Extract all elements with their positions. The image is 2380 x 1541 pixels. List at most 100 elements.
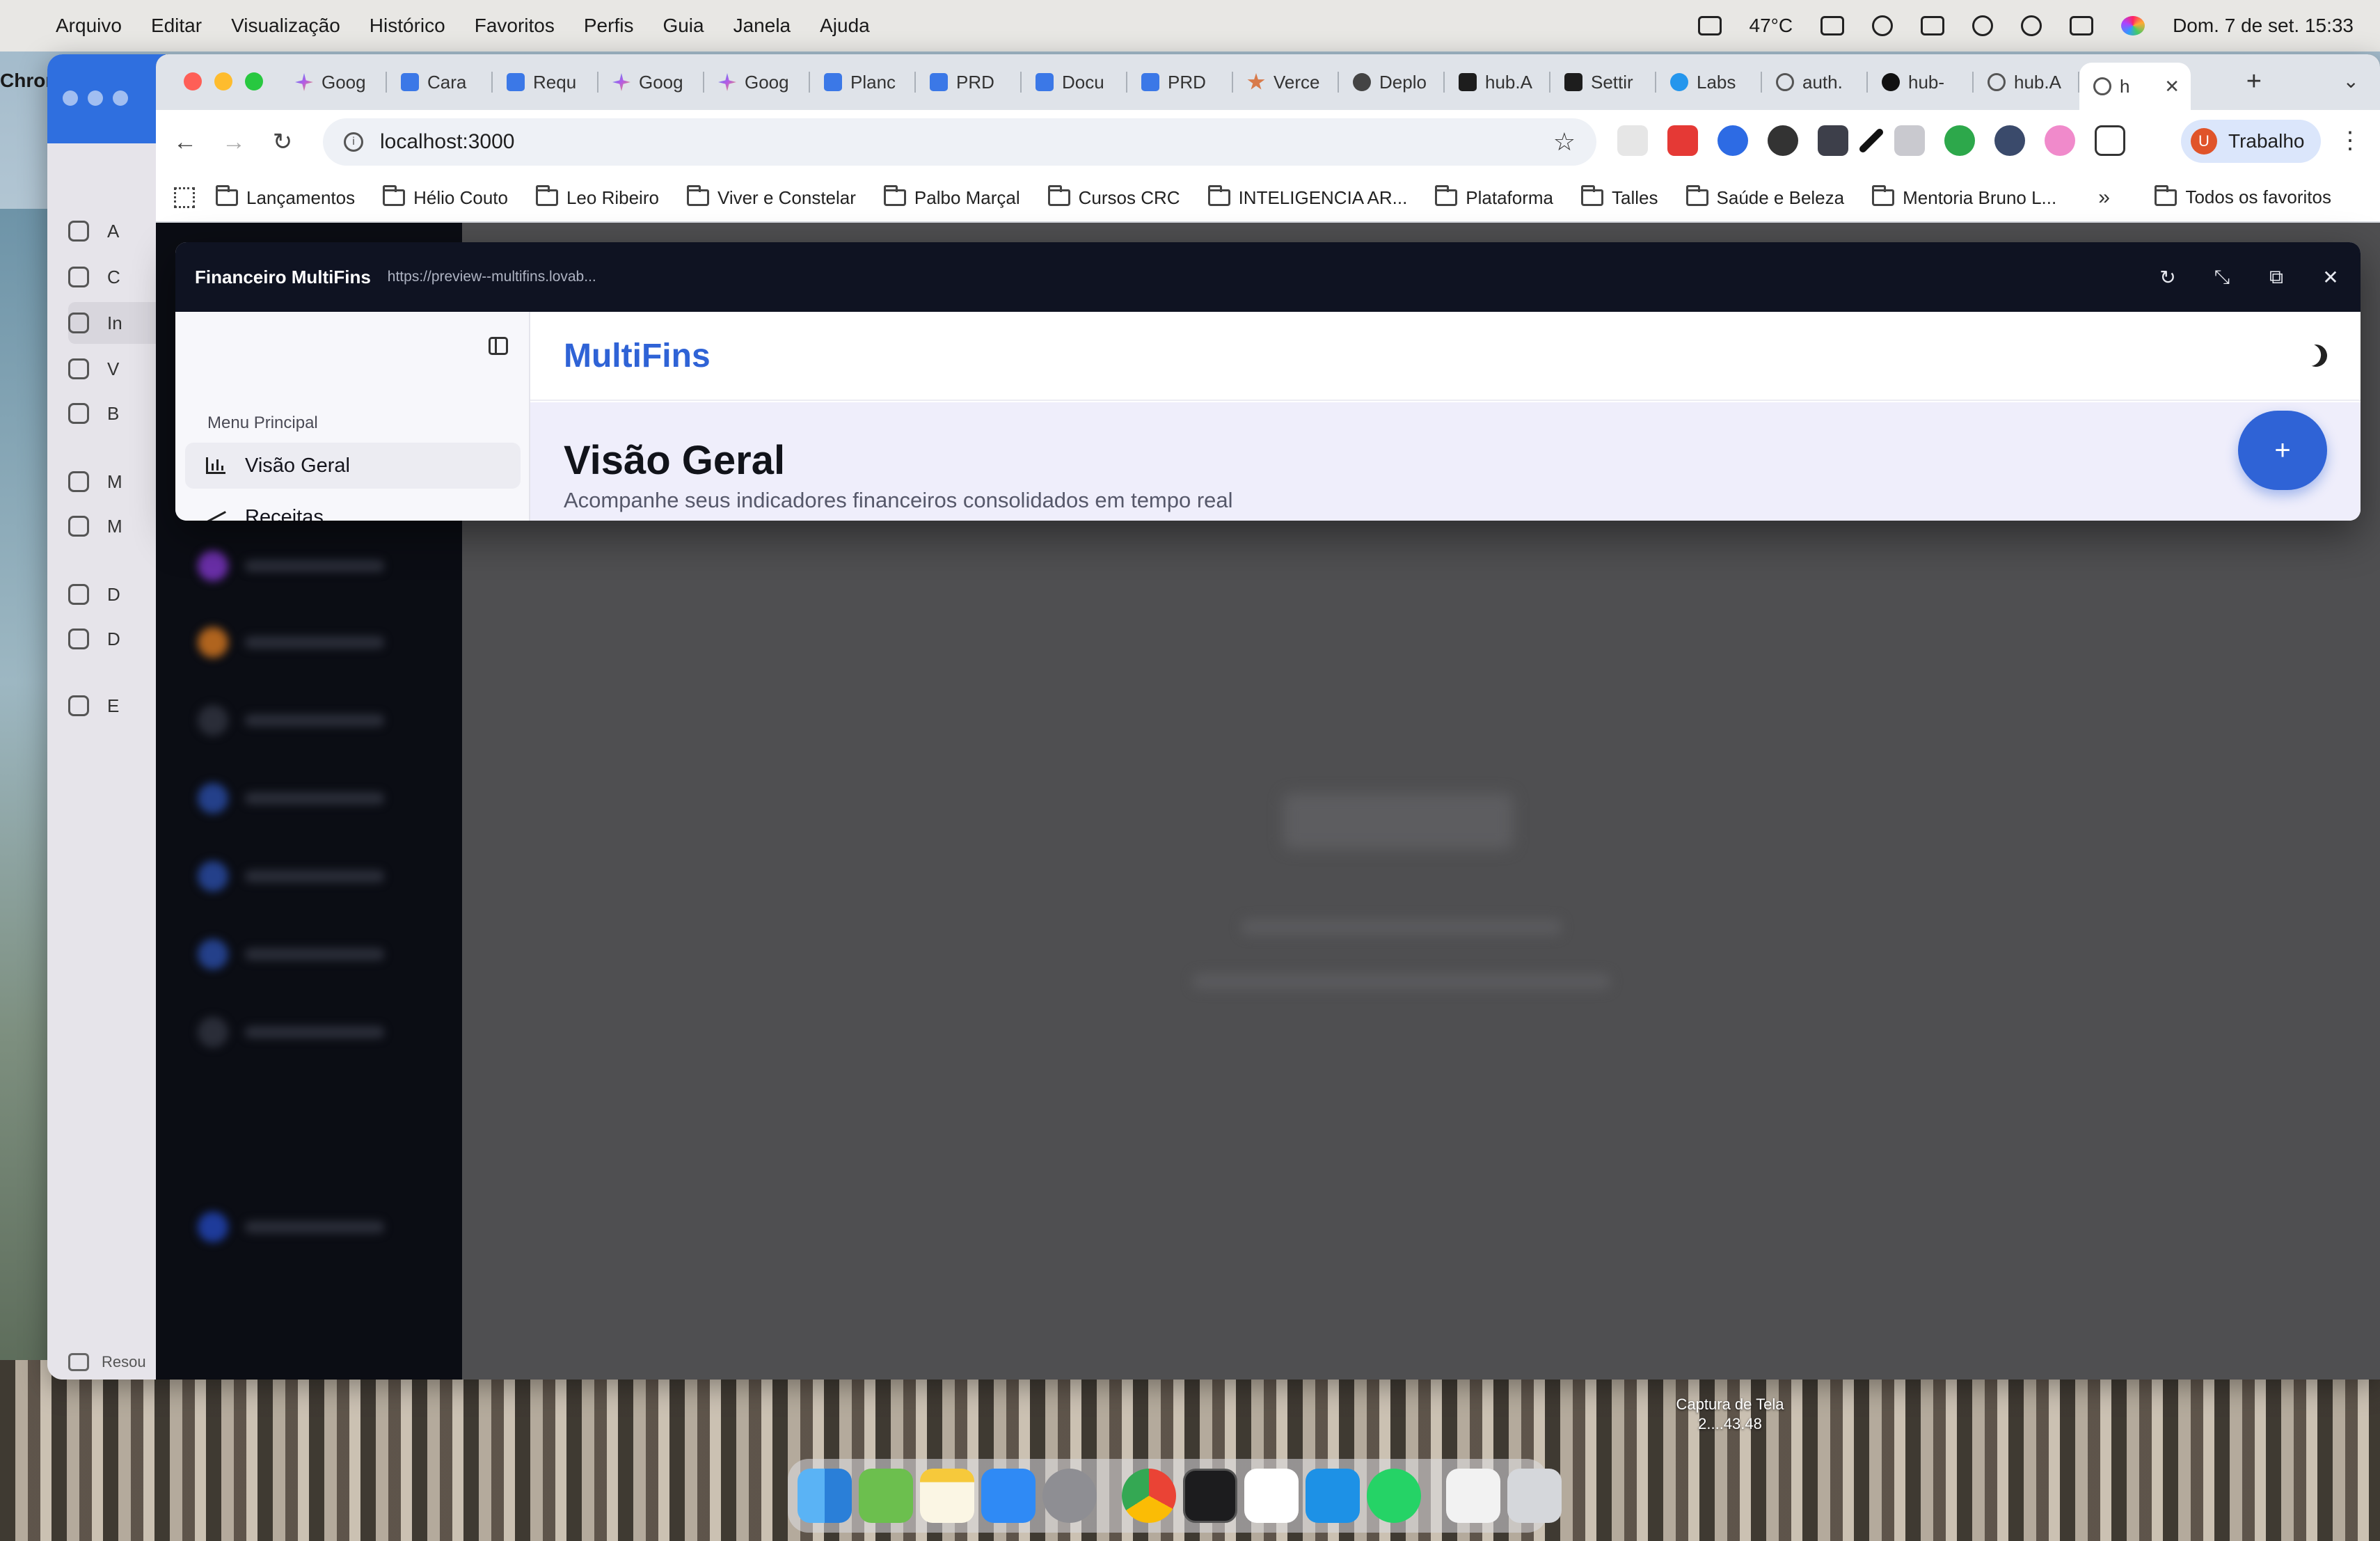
address-bar[interactable]: i localhost:3000 ☆ xyxy=(323,118,1596,166)
bg-nav-item[interactable]: B xyxy=(68,393,166,434)
bg-nav-item[interactable]: A xyxy=(68,210,166,252)
bg-nav-item[interactable]: D xyxy=(68,574,166,615)
temperature-readout[interactable]: 47°C xyxy=(1750,15,1793,37)
docker-icon[interactable] xyxy=(1306,1469,1360,1523)
chrome-icon[interactable] xyxy=(1122,1469,1176,1523)
menu-favoritos[interactable]: Favoritos xyxy=(475,15,555,37)
add-button[interactable]: + xyxy=(2238,411,2327,490)
tab[interactable]: hub.A xyxy=(1974,61,2079,104)
menu-historico[interactable]: Histórico xyxy=(370,15,445,37)
profile-button[interactable]: U Trabalho xyxy=(2181,120,2322,163)
tab-active[interactable]: h ✕ xyxy=(2079,63,2191,110)
bookmark-star-icon[interactable]: ☆ xyxy=(1553,127,1576,157)
play-icon[interactable] xyxy=(1872,15,1894,36)
tab[interactable]: PRD xyxy=(1127,61,1233,104)
bookmarks-overflow-button[interactable]: » xyxy=(2098,186,2110,210)
bg-nav-item[interactable]: M xyxy=(68,461,166,503)
bookmark-folder[interactable]: Lançamentos xyxy=(216,185,355,209)
wifi-icon[interactable] xyxy=(1972,15,1994,36)
document-icon[interactable] xyxy=(1446,1469,1500,1523)
sidebar-toggle-icon[interactable] xyxy=(489,337,508,355)
bg-nav-item[interactable]: M xyxy=(68,505,166,547)
extension-icon[interactable] xyxy=(2045,125,2075,156)
moon-icon[interactable] xyxy=(2301,341,2330,370)
bg-minimize-button[interactable] xyxy=(88,90,103,106)
menu-perfis[interactable]: Perfis xyxy=(584,15,634,37)
all-bookmarks-folder[interactable]: Todos os favoritos xyxy=(2155,184,2331,208)
control-center-icon[interactable] xyxy=(2070,16,2094,35)
vscode-icon[interactable] xyxy=(1244,1469,1299,1523)
bookmark-folder[interactable]: Cursos CRC xyxy=(1047,185,1180,209)
tab[interactable]: Goog xyxy=(281,61,387,104)
menu-guia[interactable]: Guia xyxy=(663,15,704,37)
open-external-icon[interactable]: ⧉ xyxy=(2266,266,2287,289)
tab[interactable]: PRD xyxy=(916,61,1022,104)
tab[interactable]: Docu xyxy=(1022,61,1127,104)
app-store-icon[interactable] xyxy=(981,1469,1036,1523)
extension-icon[interactable] xyxy=(1617,125,1648,156)
desktop-file-label[interactable]: Captura de Tela 2....43.48 xyxy=(1667,1395,1793,1434)
spotlight-search-icon[interactable] xyxy=(2021,15,2042,36)
menu-editar[interactable]: Editar xyxy=(151,15,202,37)
bg-footer[interactable]: Resou xyxy=(68,1353,146,1371)
preview-url[interactable]: https://preview--multifins.lovab... xyxy=(388,269,596,285)
menu-visualizacao[interactable]: Visualização xyxy=(231,15,340,37)
tab[interactable]: Requ xyxy=(493,61,598,104)
site-info-icon[interactable]: i xyxy=(344,132,363,152)
minimize-window-button[interactable] xyxy=(214,72,232,90)
pen-off-icon[interactable] xyxy=(1820,16,1845,35)
bookmark-folder[interactable]: Leo Ribeiro xyxy=(535,185,659,209)
refresh-icon[interactable]: ↻ xyxy=(2157,266,2178,289)
weather-icon[interactable] xyxy=(1697,16,1722,35)
bookmark-folder[interactable]: Palbo Marçal xyxy=(883,185,1020,209)
eyedropper-extension-icon[interactable] xyxy=(1857,127,1885,155)
minimize-icon[interactable]: ⤡ xyxy=(2212,266,2232,289)
new-tab-button[interactable]: + xyxy=(2246,67,2262,97)
tab[interactable]: Settir xyxy=(1550,61,1656,104)
evernote-extension-icon[interactable] xyxy=(1944,125,1975,156)
menu-janela[interactable]: Janela xyxy=(733,15,791,37)
forward-button[interactable]: → xyxy=(214,129,253,156)
system-settings-icon[interactable] xyxy=(1042,1469,1097,1523)
close-tab-icon[interactable]: ✕ xyxy=(2164,76,2180,97)
whatsapp-icon[interactable] xyxy=(1367,1469,1421,1523)
siri-icon[interactable] xyxy=(2121,16,2145,35)
back-button[interactable]: ← xyxy=(166,129,205,156)
notes-icon[interactable] xyxy=(920,1469,974,1523)
reload-button[interactable]: ↻ xyxy=(263,128,302,156)
bookmark-folder[interactable]: Hélio Couto xyxy=(383,185,508,209)
finder-icon[interactable] xyxy=(798,1469,852,1523)
tab[interactable]: Labs xyxy=(1656,61,1762,104)
bookmark-folder[interactable]: Viver e Constelar xyxy=(686,185,856,209)
activity-monitor-icon[interactable] xyxy=(1183,1469,1237,1523)
tab[interactable]: Goog xyxy=(598,61,704,104)
bg-close-button[interactable] xyxy=(63,90,78,106)
bg-nav-item[interactable]: D xyxy=(68,618,166,660)
bookmark-folder[interactable]: INTELIGENCIA AR... xyxy=(1207,185,1407,209)
books-icon[interactable] xyxy=(859,1469,913,1523)
tab[interactable]: Goog xyxy=(704,61,810,104)
battery-icon[interactable] xyxy=(1921,16,1945,35)
tab-search-chevron-icon[interactable]: ⌄ xyxy=(2343,70,2359,93)
extension-icon[interactable] xyxy=(1818,125,1848,156)
extension-icon[interactable] xyxy=(1768,125,1798,156)
tab[interactable]: Verce xyxy=(1233,61,1339,104)
bookmark-folder[interactable]: Mentoria Bruno L... xyxy=(1872,185,2056,209)
clock[interactable]: Dom. 7 de set. 15:33 xyxy=(2173,15,2354,37)
tab[interactable]: hub.A xyxy=(1445,61,1550,104)
menu-arquivo[interactable]: Arquivo xyxy=(56,15,122,37)
tab[interactable]: hub- xyxy=(1868,61,1974,104)
tab[interactable]: auth. xyxy=(1762,61,1868,104)
bg-nav-item[interactable]: C xyxy=(68,256,166,298)
bg-nav-item[interactable]: E xyxy=(68,685,166,727)
trash-icon[interactable] xyxy=(1507,1469,1562,1523)
sidebar-item-visao-geral[interactable]: Visão Geral xyxy=(185,443,521,489)
address-text[interactable]: localhost:3000 xyxy=(380,130,514,154)
bookmark-folder[interactable]: Plataforma xyxy=(1435,185,1553,209)
apps-grid-icon[interactable] xyxy=(174,187,195,208)
app-logo[interactable]: MultiFins xyxy=(564,337,711,375)
bookmark-folder[interactable]: Talles xyxy=(1581,185,1658,209)
menu-ajuda[interactable]: Ajuda xyxy=(820,15,870,37)
extension-icon[interactable] xyxy=(1994,125,2025,156)
extension-icon[interactable] xyxy=(1894,125,1925,156)
